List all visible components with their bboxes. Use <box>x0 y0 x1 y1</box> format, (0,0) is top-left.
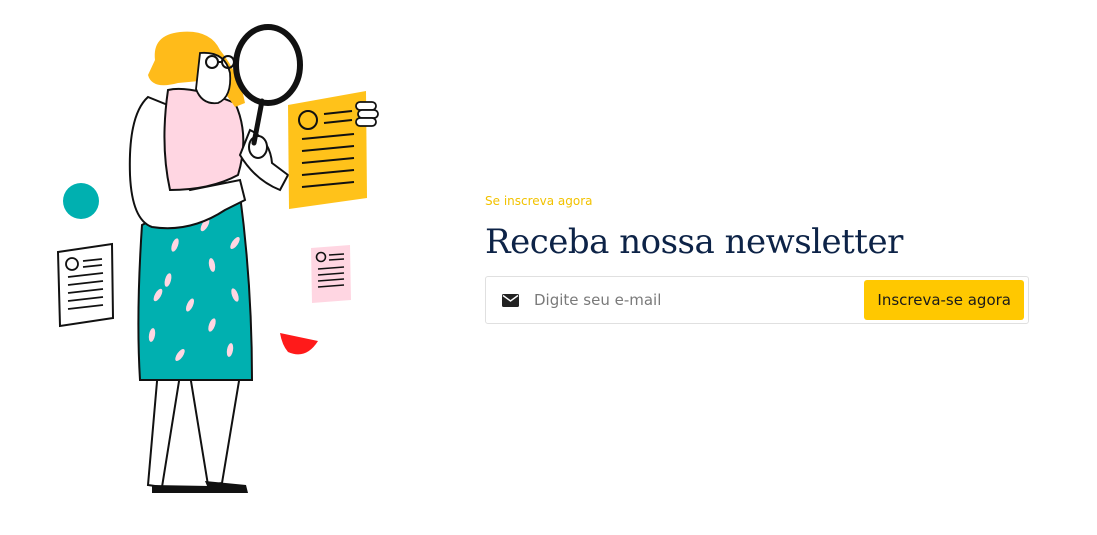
document-pink-decoration <box>311 245 351 303</box>
newsletter-form: Inscreva-se agora <box>485 276 1029 324</box>
email-input[interactable] <box>534 280 865 320</box>
newsletter-content: Se inscreva agora Receba nossa newslette… <box>485 193 1031 324</box>
eyebrow-text: Se inscreva agora <box>485 194 593 208</box>
envelope-icon <box>502 293 520 307</box>
document-left-decoration <box>56 242 115 328</box>
red-shape-decoration <box>280 333 318 355</box>
teal-circle-decoration <box>63 183 99 219</box>
woman-magnifier-illustration <box>56 24 379 493</box>
subscribe-button[interactable]: Inscreva-se agora <box>864 280 1024 320</box>
document-yellow-decoration <box>288 91 379 209</box>
newsletter-title: Receba nossa newsletter <box>485 222 903 262</box>
newsletter-section: Se inscreva agora Receba nossa newslette… <box>0 0 1097 535</box>
